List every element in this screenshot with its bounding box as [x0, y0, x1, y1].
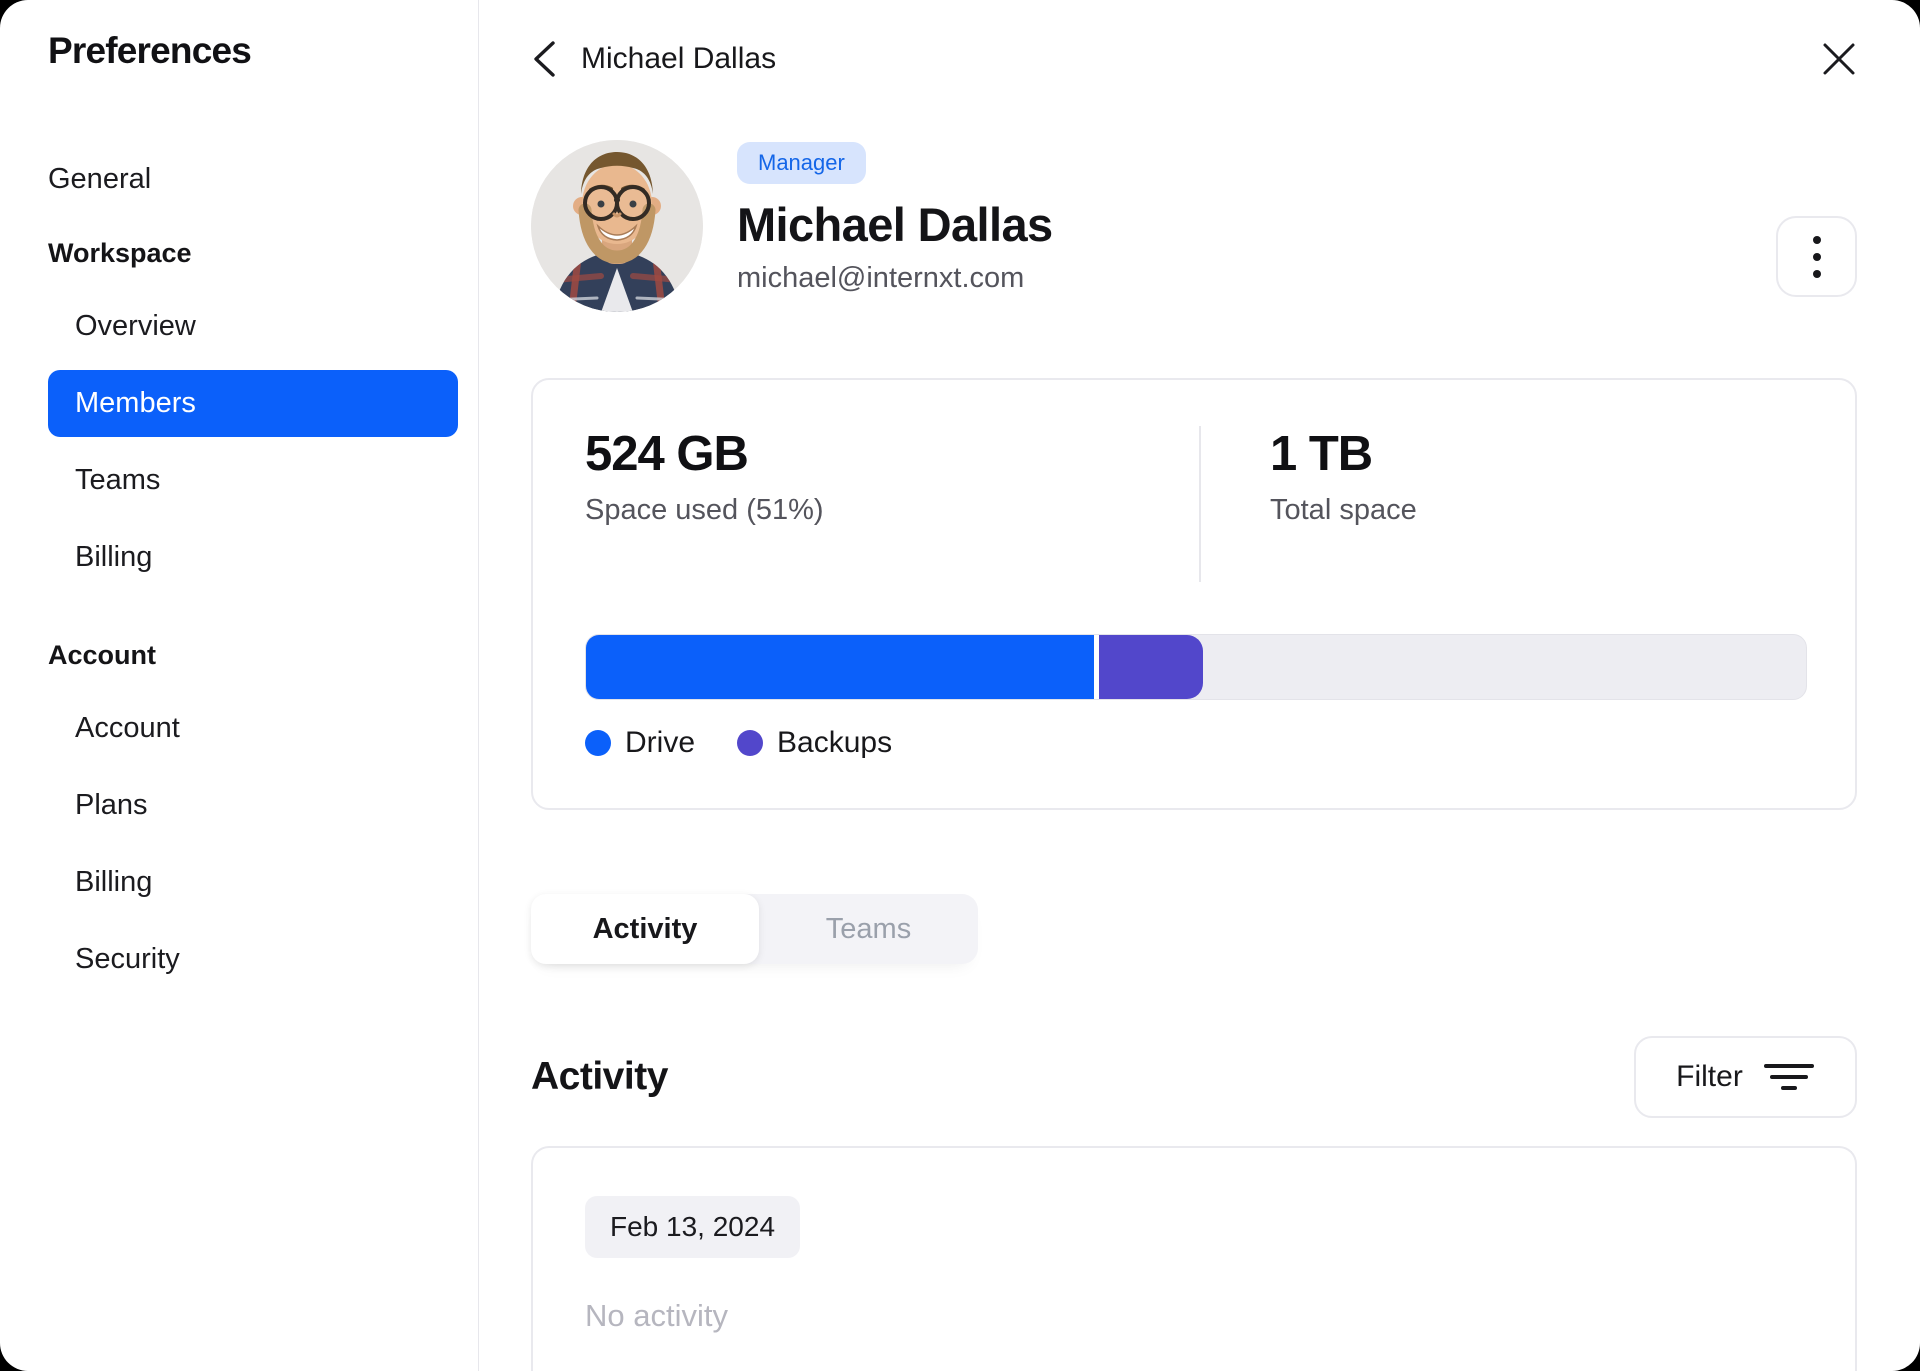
detail-tabs: Activity Teams [531, 894, 978, 964]
drive-legend-label: Drive [625, 726, 696, 759]
storage-usage-card: 524 GB Space used (51%) 1 TB Total space… [531, 378, 1857, 810]
storage-progress-bar [585, 634, 1807, 700]
sidebar-nav: General Workspace Overview Members Teams… [48, 146, 458, 993]
activity-heading: Activity [531, 1055, 668, 1098]
drive-usage-segment [586, 635, 1094, 699]
chevron-left-icon [534, 41, 555, 77]
filter-icon [1763, 1064, 1814, 1090]
space-used-value: 524 GB [585, 427, 749, 481]
activity-list-card: Feb 13, 2024 No activity [531, 1146, 1857, 1371]
sidebar-item-account[interactable]: Account [48, 695, 458, 762]
backups-usage-segment [1098, 635, 1204, 699]
more-options-button[interactable] [1776, 216, 1857, 297]
sidebar-section-account: Account [48, 639, 156, 670]
total-space-stat: 1 TB Total space [1201, 426, 1417, 527]
activity-empty-text: No activity [585, 1298, 728, 1333]
sidebar-item-general[interactable]: General [48, 146, 458, 213]
back-button[interactable] [531, 39, 557, 79]
page-title: Michael Dallas [581, 42, 777, 75]
activity-date-badge: Feb 13, 2024 [585, 1196, 801, 1258]
close-button[interactable] [1821, 41, 1857, 77]
drive-legend-dot [585, 730, 611, 756]
sidebar-item-security[interactable]: Security [48, 926, 458, 993]
member-detail-panel: Michael Dallas Manager Michael Dallas mi… [479, 0, 1920, 1371]
space-used-stat: 524 GB Space used (51%) [585, 426, 1199, 527]
preferences-window: Preferences General Workspace Overview M… [0, 0, 1920, 1371]
sidebar: Preferences General Workspace Overview M… [0, 0, 479, 1371]
sidebar-item-teams[interactable]: Teams [48, 447, 458, 514]
activity-header-row: Activity Filter [531, 1036, 1857, 1118]
total-space-value: 1 TB [1270, 427, 1373, 481]
usage-legend: Drive Backups [585, 726, 1807, 760]
sidebar-item-billing-workspace[interactable]: Billing [48, 524, 458, 591]
legend-item-drive: Drive [585, 726, 695, 760]
segment-gap [1093, 635, 1099, 699]
total-space-label: Total space [1270, 494, 1417, 526]
sidebar-item-members[interactable]: Members [48, 370, 458, 437]
sidebar-item-billing-account[interactable]: Billing [48, 849, 458, 916]
close-icon [1823, 43, 1855, 75]
usage-stats-row: 524 GB Space used (51%) 1 TB Total space [585, 426, 1807, 582]
sidebar-section-workspace: Workspace [48, 237, 192, 268]
space-used-label: Space used (51%) [585, 494, 824, 526]
filter-button[interactable]: Filter [1634, 1036, 1857, 1118]
member-name: Michael Dallas [737, 198, 1053, 251]
backups-legend-dot [737, 730, 764, 756]
member-identity: Manager Michael Dallas michael@internxt.… [737, 140, 1053, 295]
member-email: michael@internxt.com [737, 262, 1025, 294]
role-badge: Manager [737, 142, 866, 184]
tab-teams[interactable]: Teams [759, 894, 978, 964]
member-avatar-photo [531, 140, 703, 312]
backups-legend-label: Backups [777, 726, 893, 759]
legend-item-backups: Backups [737, 726, 892, 760]
sidebar-title: Preferences [48, 30, 252, 71]
tab-activity[interactable]: Activity [531, 894, 759, 964]
sidebar-item-overview[interactable]: Overview [48, 293, 458, 360]
member-profile: Manager Michael Dallas michael@internxt.… [531, 140, 1857, 312]
sidebar-item-plans[interactable]: Plans [48, 772, 458, 839]
avatar-illustration [531, 140, 703, 312]
filter-button-label: Filter [1676, 1060, 1743, 1093]
detail-topbar: Michael Dallas [531, 32, 1857, 86]
